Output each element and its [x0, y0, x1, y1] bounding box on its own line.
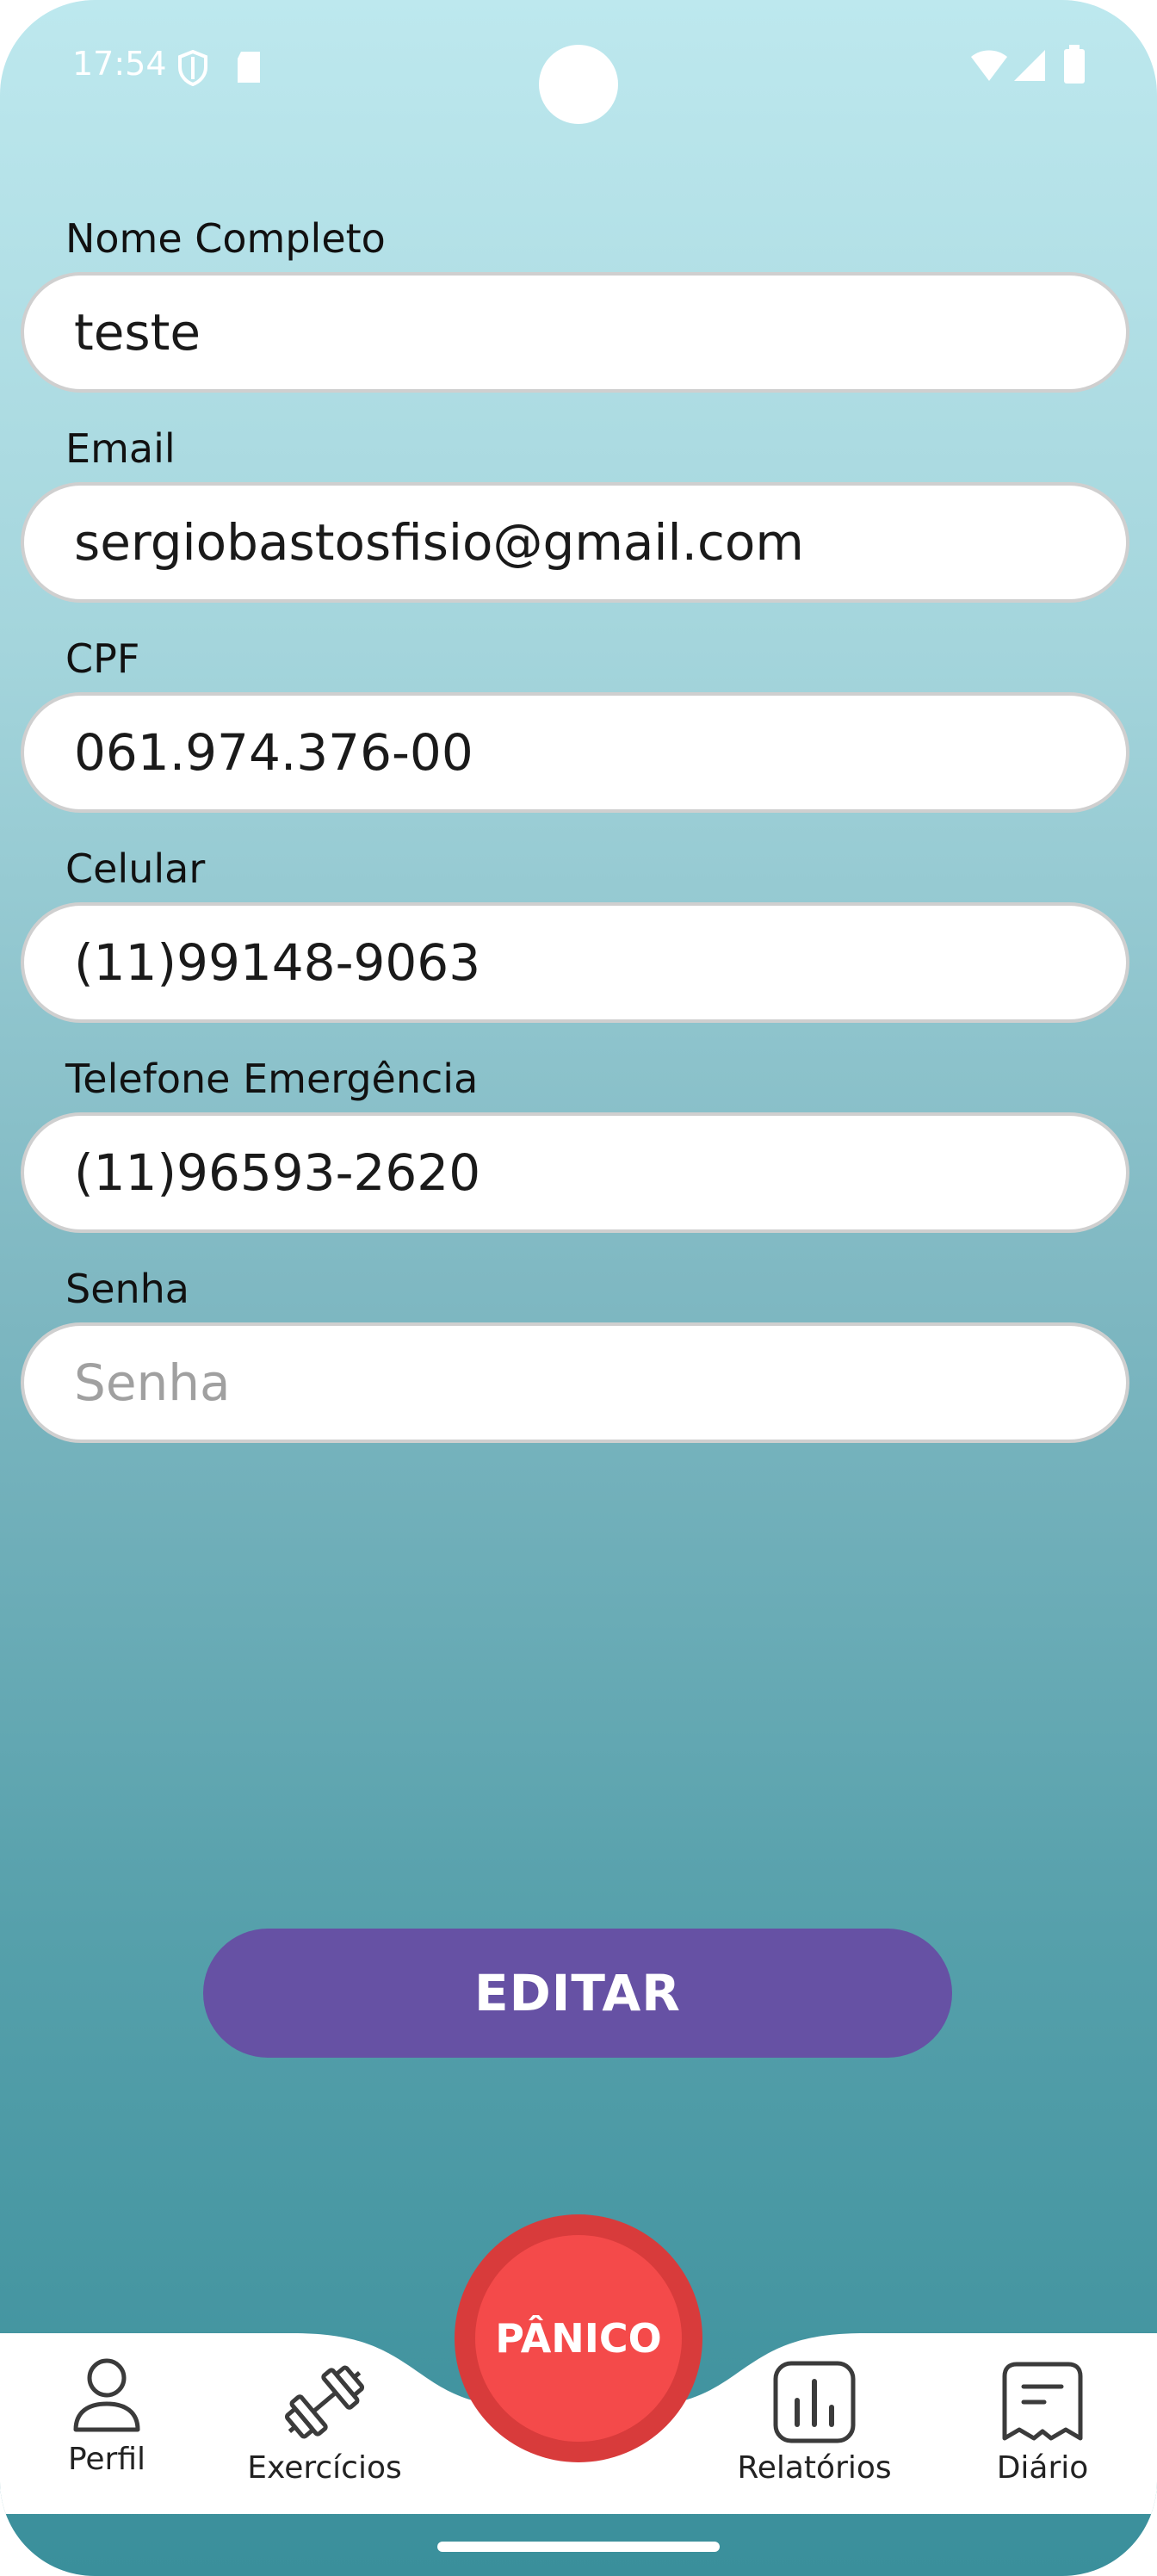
- nav-label-reports: Relatórios: [737, 2450, 892, 2486]
- nav-item-reports[interactable]: Relatórios: [730, 2359, 899, 2486]
- app-screen: 17:54 Nome Completo teste Email sergioba…: [0, 0, 1157, 2576]
- shield-icon: [178, 50, 207, 86]
- nav-item-diary[interactable]: Diário: [978, 2359, 1107, 2486]
- wifi-icon: [971, 50, 1007, 81]
- password-label: Senha: [65, 1266, 189, 1312]
- password-input[interactable]: Senha: [21, 1322, 1129, 1443]
- nav-item-exercises[interactable]: Exercícios: [243, 2359, 406, 2486]
- email-input[interactable]: sergiobastosfisio@gmail.com: [21, 482, 1129, 603]
- battery-icon: [1064, 45, 1085, 84]
- emergency-phone-value: (11)96593-2620: [74, 1143, 481, 1202]
- status-time: 17:54: [72, 45, 167, 83]
- password-placeholder: Senha: [74, 1353, 231, 1412]
- email-label: Email: [65, 425, 176, 472]
- dumbbell-icon: [284, 2365, 365, 2439]
- cpf-value: 061.974.376-00: [74, 723, 473, 782]
- camera-cutout: [539, 45, 618, 124]
- full-name-input[interactable]: teste: [21, 272, 1129, 393]
- cpf-input[interactable]: 061.974.376-00: [21, 692, 1129, 813]
- full-name-label: Nome Completo: [65, 215, 386, 262]
- mobile-input[interactable]: (11)99148-9063: [21, 902, 1129, 1023]
- home-indicator[interactable]: [437, 2542, 720, 2552]
- user-icon: [73, 2358, 140, 2432]
- nav-label-exercises: Exercícios: [247, 2450, 402, 2486]
- nav-item-profile[interactable]: Perfil: [46, 2357, 167, 2477]
- email-value: sergiobastosfisio@gmail.com: [74, 513, 804, 572]
- emergency-phone-label: Telefone Emergência: [65, 1056, 479, 1102]
- panic-button[interactable]: PÂNICO: [475, 2235, 682, 2442]
- cpf-label: CPF: [65, 635, 140, 682]
- sd-card-icon: [238, 52, 260, 83]
- nav-label-profile: Perfil: [67, 2442, 146, 2477]
- edit-button[interactable]: EDITAR: [203, 1929, 952, 2058]
- status-bar: 17:54: [0, 0, 1157, 138]
- bar-chart-icon: [773, 2361, 856, 2443]
- emergency-phone-input[interactable]: (11)96593-2620: [21, 1112, 1129, 1233]
- signal-icon: [1014, 50, 1045, 81]
- full-name-value: teste: [74, 303, 201, 362]
- mobile-value: (11)99148-9063: [74, 933, 481, 992]
- journal-icon: [1002, 2362, 1083, 2441]
- mobile-label: Celular: [65, 845, 206, 892]
- nav-label-diary: Diário: [996, 2450, 1089, 2486]
